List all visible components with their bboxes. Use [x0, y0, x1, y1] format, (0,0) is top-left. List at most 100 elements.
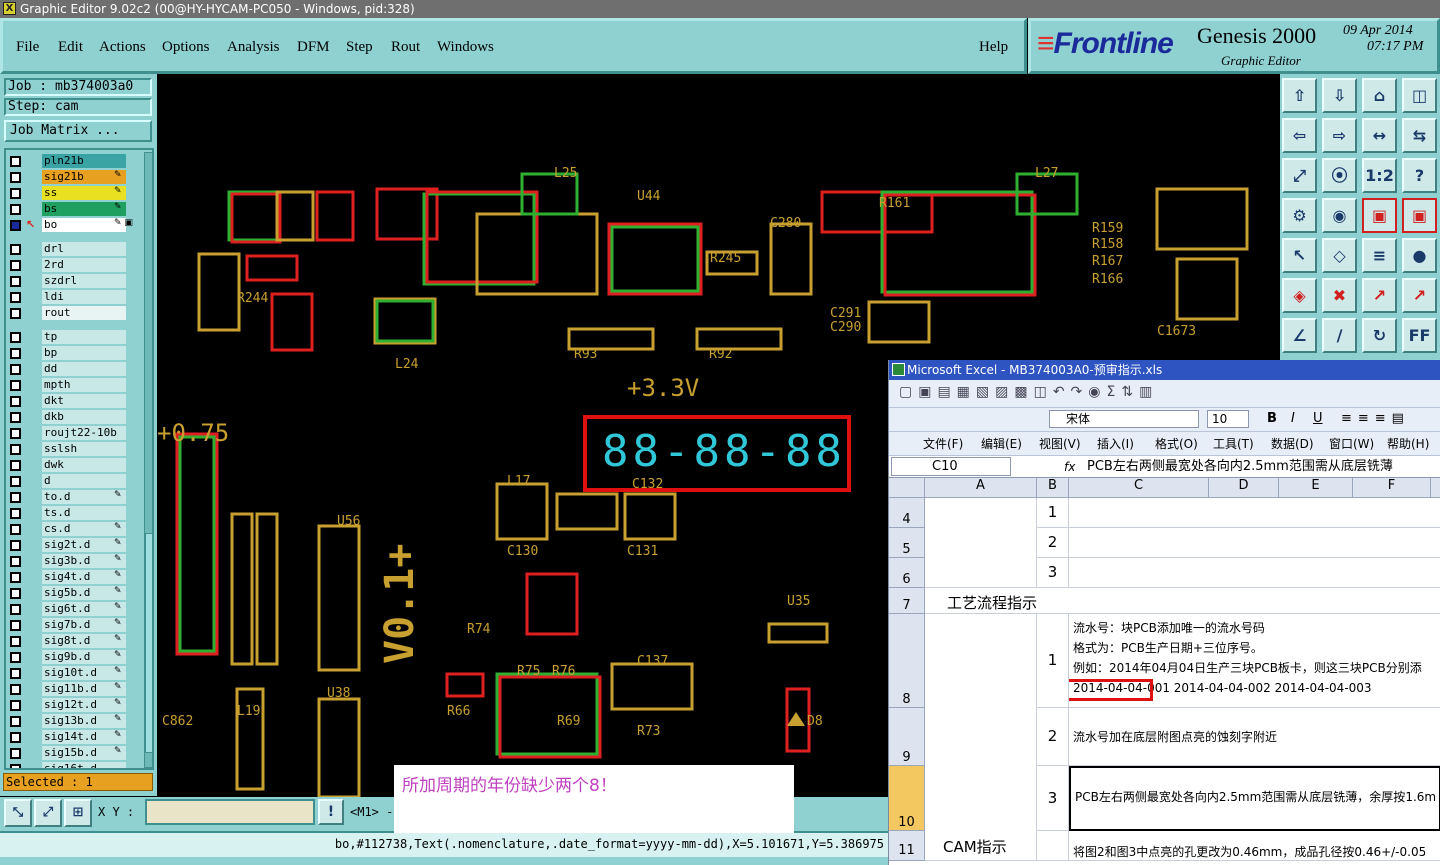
tool-button-icon[interactable]: ● [1402, 238, 1437, 273]
layer-name[interactable]: dkt [42, 394, 126, 408]
layer-row[interactable]: mpth [6, 378, 142, 393]
pcb-component-label[interactable]: R93 [574, 347, 597, 362]
tool-button-icon[interactable]: ↻ [1362, 318, 1397, 353]
column-header[interactable]: A [925, 478, 1037, 498]
pcb-seven-seg-date[interactable]: 88-88-88 [602, 426, 846, 477]
layer-row[interactable]: sig21b ✎ [6, 170, 142, 185]
layer-name[interactable]: pln21b [42, 154, 126, 168]
excel-menu-item[interactable]: 文件(F) [923, 435, 963, 452]
menu-options[interactable]: Options [162, 39, 210, 56]
layer-checkbox[interactable] [10, 276, 21, 287]
layer-checkbox[interactable] [10, 308, 21, 319]
menu-dfm[interactable]: DFM [297, 39, 330, 56]
tool-button-icon[interactable]: ≡ [1362, 238, 1397, 273]
name-box[interactable]: C10 [891, 457, 1011, 476]
layer-row[interactable]: cs.d ✎ [6, 522, 142, 537]
pcb-component-label[interactable]: R74 [467, 622, 490, 637]
cell-c[interactable] [1069, 498, 1440, 528]
tool-button-icon[interactable]: ↖ [1282, 238, 1317, 273]
column-header[interactable]: C [1069, 478, 1209, 498]
layer-checkbox[interactable] [10, 764, 21, 768]
layer-row[interactable]: sig9b.d ✎ [6, 650, 142, 665]
layer-checkbox[interactable] [10, 732, 21, 743]
tool-button-icon[interactable]: ◉ [1322, 198, 1357, 233]
italic-button[interactable]: I [1291, 411, 1295, 426]
layer-name[interactable]: dkb [42, 410, 126, 424]
pcb-component-label[interactable]: U35 [787, 594, 810, 609]
layer-name[interactable]: ts.d [42, 506, 126, 520]
row-header[interactable]: 8 [889, 614, 925, 708]
layer-row[interactable]: roujt22-10b [6, 426, 142, 441]
layer-checkbox[interactable] [10, 220, 21, 231]
tool-button-icon[interactable]: ⇩ [1322, 78, 1357, 113]
layer-row[interactable]: 2rd [6, 258, 142, 273]
tool-button-icon[interactable]: 1:2 [1362, 158, 1397, 193]
layer-checkbox[interactable] [10, 620, 21, 631]
layer-checkbox[interactable] [10, 460, 21, 471]
tool-button-icon[interactable]: ⇦ [1282, 118, 1317, 153]
pcb-component-label[interactable]: U56 [337, 514, 360, 529]
layer-row[interactable]: dkt [6, 394, 142, 409]
tool-button-icon[interactable]: ▣ [1402, 198, 1437, 233]
tool-button-icon[interactable]: ⇨ [1322, 118, 1357, 153]
layer-checkbox[interactable] [10, 476, 21, 487]
cell-b[interactable]: 3 [1037, 558, 1069, 588]
cell-c10[interactable]: PCB左右两侧最宽处各向内2.5mm范围需从底层铣薄，余厚按1.6m [1069, 766, 1440, 831]
underline-button[interactable]: U [1313, 411, 1323, 426]
layer-row[interactable]: ts.d [6, 506, 142, 521]
pcb-component-label[interactable]: R245 [710, 251, 741, 266]
cell-b[interactable]: 2 [1037, 708, 1069, 766]
column-header[interactable]: D [1209, 478, 1279, 498]
zoom-tool-icon[interactable]: ⤡ [4, 799, 32, 827]
tool-button-icon[interactable]: ◫ [1402, 78, 1437, 113]
align-buttons[interactable]: ≡≡≡▤ [1341, 411, 1410, 426]
pcb-component-label[interactable]: C132 [632, 477, 663, 492]
excel-menu-item[interactable]: 插入(I) [1097, 435, 1134, 452]
layer-checkbox[interactable] [10, 364, 21, 375]
menu-step[interactable]: Step [346, 39, 373, 56]
layer-name[interactable]: 2rd [42, 258, 126, 272]
cell-c9[interactable]: 流水号加在底层附图点亮的蚀刻字附近 [1069, 708, 1440, 766]
cell-b[interactable]: 2 [1037, 528, 1069, 558]
pcb-component-label[interactable]: C130 [507, 544, 538, 559]
sheet-grid[interactable]: ABCDEFG4567891011工艺流程指示CAM指示123123流水号：块P… [889, 478, 1440, 865]
layer-checkbox[interactable] [10, 572, 21, 583]
layer-checkbox[interactable] [10, 412, 21, 423]
pcb-component-label[interactable]: C131 [627, 544, 658, 559]
layer-name[interactable]: bp [42, 346, 126, 360]
row-header[interactable]: 7 [889, 588, 925, 614]
layer-checkbox[interactable] [10, 524, 21, 535]
cell-b[interactable]: 1 [1037, 614, 1069, 708]
row-header[interactable]: 5 [889, 528, 925, 558]
formula-content[interactable]: PCB左右两侧最宽处各向内2.5mm范围需从底层铣薄 [1087, 456, 1393, 478]
pcb-component-label[interactable]: R66 [447, 704, 470, 719]
layer-checkbox[interactable] [10, 204, 21, 215]
row-header[interactable]: 11 [889, 831, 925, 861]
font-select[interactable]: 宋体 [1049, 410, 1199, 428]
tool-button-icon[interactable]: ? [1402, 158, 1437, 193]
pcb-component-label[interactable]: L17 [507, 474, 530, 489]
layer-row[interactable]: sig14t.d ✎ [6, 730, 142, 745]
menu-analysis[interactable]: Analysis [227, 39, 280, 56]
layer-checkbox[interactable] [10, 540, 21, 551]
cell-b[interactable]: 1 [1037, 498, 1069, 528]
menu-actions[interactable]: Actions [99, 39, 146, 56]
layer-row[interactable]: ss ✎ [6, 186, 142, 201]
layer-row[interactable]: bo ✎ ▣ ↖ [6, 218, 142, 233]
column-header[interactable]: B [1037, 478, 1069, 498]
cell-c[interactable] [1069, 528, 1440, 558]
layer-name[interactable]: szdrl [42, 274, 126, 288]
pcb-component-label[interactable]: C862 [162, 714, 193, 729]
layer-row[interactable]: sig5b.d ✎ [6, 586, 142, 601]
layer-row[interactable]: sig6t.d ✎ [6, 602, 142, 617]
column-header[interactable]: G [1431, 478, 1440, 498]
pcb-component-label[interactable]: R158 [1092, 237, 1123, 252]
pcb-component-label[interactable]: C290 [830, 320, 861, 335]
pcb-component-label[interactable]: R161 [879, 196, 910, 211]
excel-window[interactable]: Microsoft Excel - MB374003A0-预审指示.xls ▢▣… [888, 360, 1440, 865]
layer-name[interactable]: dd [42, 362, 126, 376]
layer-name[interactable]: ldi [42, 290, 126, 304]
job-matrix-button[interactable]: Job Matrix ... [4, 120, 152, 142]
row-header[interactable]: 9 [889, 708, 925, 766]
tool-button-icon[interactable]: ✖ [1322, 278, 1357, 313]
